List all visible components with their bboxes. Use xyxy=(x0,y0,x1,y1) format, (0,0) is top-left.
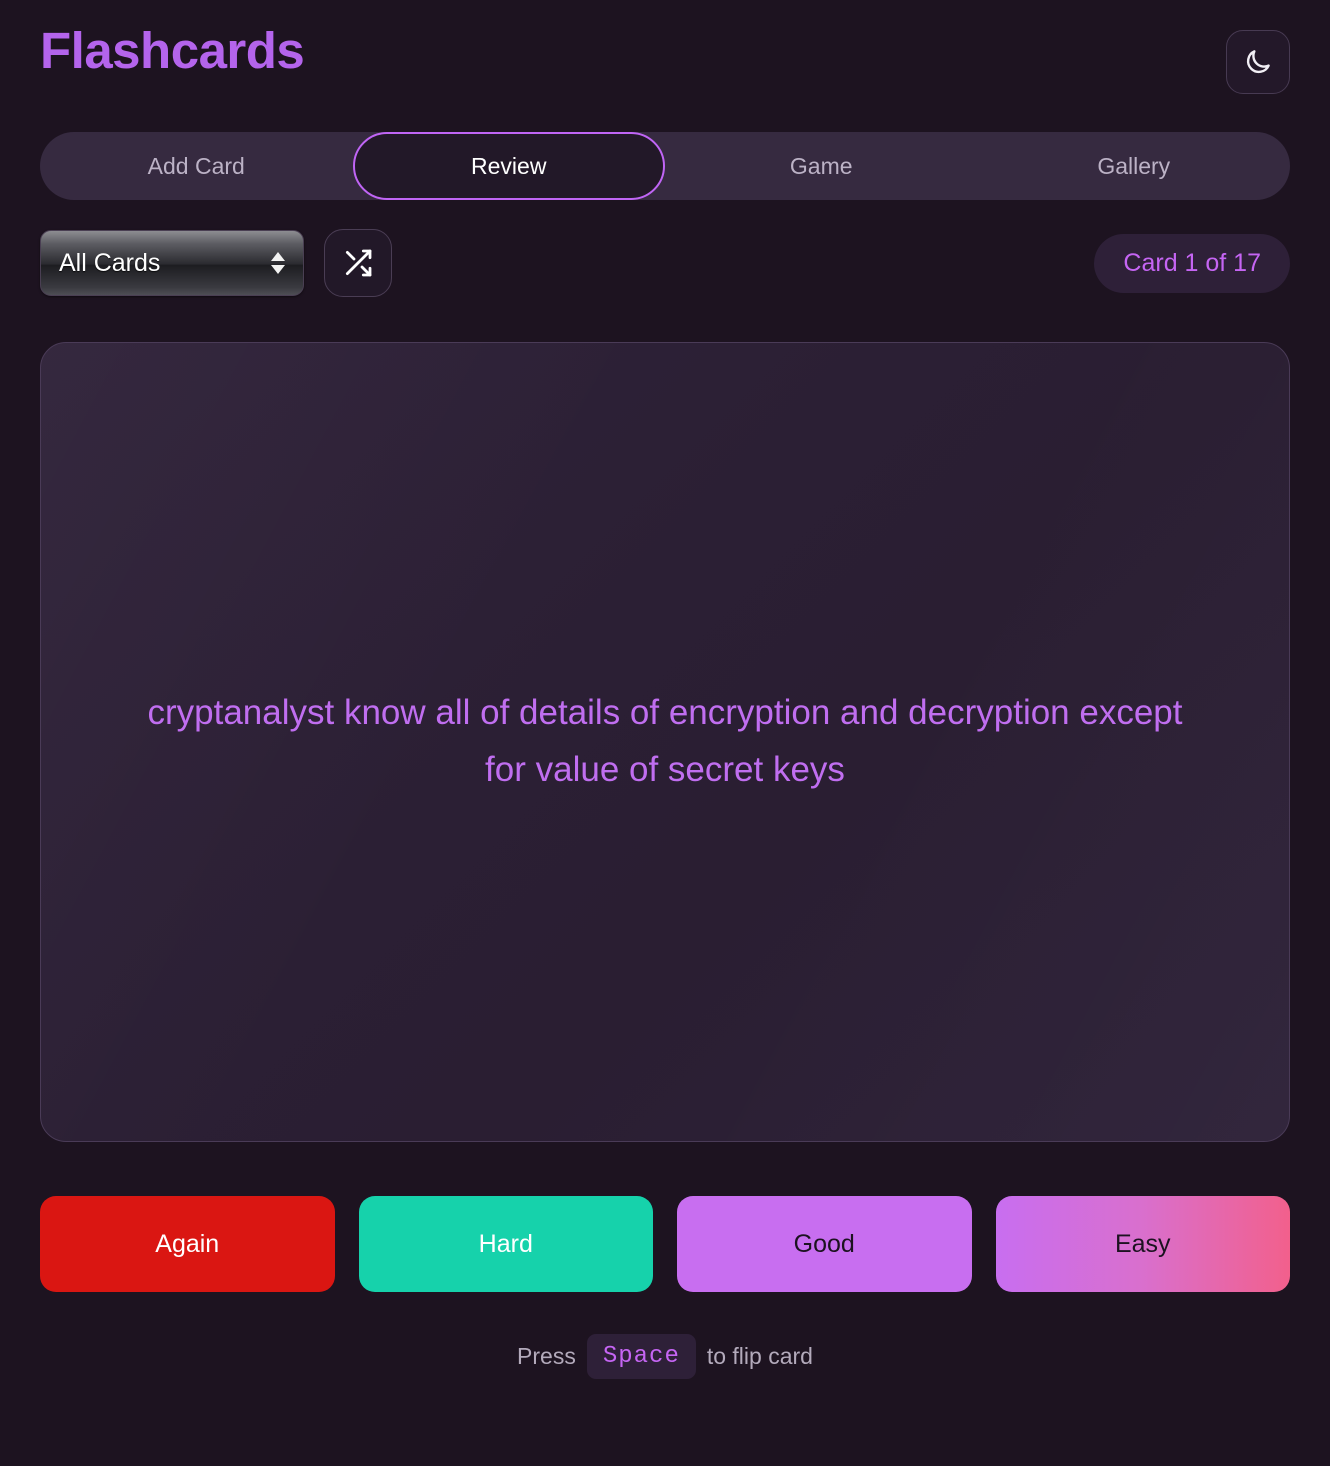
page-title: Flashcards xyxy=(40,22,305,79)
select-stepper-icon xyxy=(271,252,285,274)
flip-hint-prefix: Press xyxy=(517,1343,576,1369)
tab-label: Gallery xyxy=(1097,152,1171,179)
space-key-chip: Space xyxy=(586,1334,696,1379)
shuffle-button[interactable] xyxy=(324,229,392,297)
tab-gallery[interactable]: Gallery xyxy=(978,132,1291,200)
flashcards-app: Flashcards Add Card Review Game Gallery … xyxy=(0,0,1330,1466)
tab-game[interactable]: Game xyxy=(665,132,978,200)
flashcard[interactable]: cryptanalyst know all of details of encr… xyxy=(40,342,1290,1142)
rating-hard-button[interactable]: Hard xyxy=(358,1196,653,1292)
deck-filter-select[interactable]: All Cards xyxy=(40,230,304,296)
main-tabs: Add Card Review Game Gallery xyxy=(40,132,1290,200)
tab-add-card[interactable]: Add Card xyxy=(40,132,353,200)
rating-buttons: Again Hard Good Easy xyxy=(40,1196,1290,1292)
app-header: Flashcards xyxy=(40,0,1290,132)
shuffle-icon xyxy=(342,247,374,279)
card-counter-badge: Card 1 of 17 xyxy=(1094,233,1290,293)
tab-review[interactable]: Review xyxy=(352,132,665,200)
rating-good-button[interactable]: Good xyxy=(677,1196,972,1292)
review-controls: All Cards Card 1 of 17 xyxy=(40,226,1290,300)
rating-again-button[interactable]: Again xyxy=(40,1196,335,1292)
flip-hint: Press Space to flip card xyxy=(40,1334,1290,1379)
tab-label: Game xyxy=(789,152,853,179)
moon-icon xyxy=(1243,47,1273,77)
rating-easy-button[interactable]: Easy xyxy=(995,1196,1290,1292)
tab-label: Add Card xyxy=(147,152,245,179)
tab-label: Review xyxy=(471,152,547,179)
deck-filter-value: All Cards xyxy=(59,248,161,277)
flip-hint-suffix: to flip card xyxy=(706,1343,813,1369)
theme-toggle-button[interactable] xyxy=(1226,30,1290,94)
flashcard-front-text: cryptanalyst know all of details of encr… xyxy=(147,693,1183,789)
